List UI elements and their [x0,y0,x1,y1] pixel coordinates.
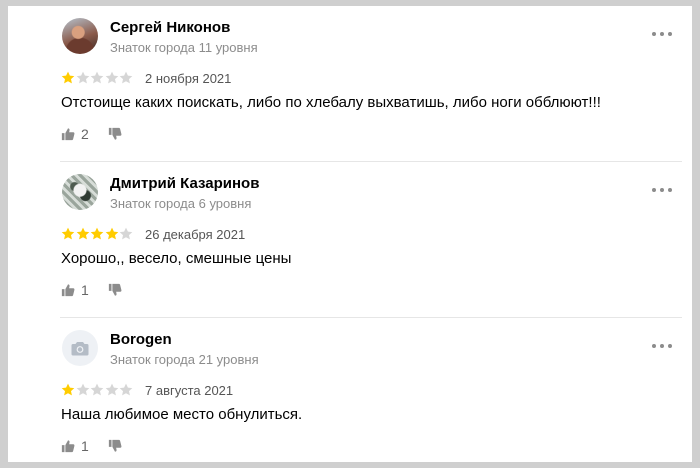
divider [60,317,682,318]
like-count: 1 [81,282,89,298]
like-count: 1 [81,438,89,454]
star-icon [105,383,119,396]
star-icon [90,383,104,396]
review-text: Наша любимое место обнулиться. [61,406,303,423]
star-icon [120,227,133,240]
avatar[interactable] [62,330,98,366]
like-button[interactable]: 1 [61,282,89,298]
author-level: Знаток города 11 уровня [110,40,258,55]
like-button[interactable]: 1 [61,438,89,454]
reviews-panel: Сергей Никонов Знаток города 11 уровня 2… [8,6,692,462]
star-icon [90,71,104,84]
thumbs-up-icon [61,440,75,453]
more-dots-icon[interactable] [652,186,672,194]
star-icon [90,227,104,240]
author-level: Знаток города 6 уровня [110,196,252,211]
like-count: 2 [81,126,89,142]
author-level: Знаток города 21 уровня [110,352,259,367]
star-icon [61,71,75,84]
review-text: Отстоище каких поискать, либо по хлебалу… [61,94,601,111]
dislike-button[interactable] [108,439,122,458]
thumbs-down-icon [108,439,122,452]
like-button[interactable]: 2 [61,126,89,142]
thumbs-up-icon [61,128,75,141]
review-text: Хорошо,, весело, смешные цены [61,250,292,267]
star-icon [61,383,75,396]
star-icon [120,383,133,396]
star-icon [61,227,75,240]
review-date: 7 августа 2021 [145,383,234,398]
author-name[interactable]: Дмитрий Казаринов [110,175,259,192]
star-icon [76,383,89,396]
author-name[interactable]: Borogen [110,331,172,348]
star-icon [76,227,89,240]
star-icon [105,71,119,84]
avatar[interactable] [62,174,98,210]
thumbs-down-icon [108,283,122,296]
camera-icon [71,341,89,355]
author-name[interactable]: Сергей Никонов [110,19,230,36]
divider [60,161,682,162]
rating-stars [61,71,134,85]
thumbs-down-icon [108,127,122,140]
dislike-button[interactable] [108,127,122,146]
star-icon [76,71,89,84]
thumbs-up-icon [61,284,75,297]
more-dots-icon[interactable] [652,342,672,350]
dislike-button[interactable] [108,283,122,302]
star-icon [120,71,133,84]
review-date: 2 ноября 2021 [145,71,232,86]
avatar[interactable] [62,18,98,54]
more-dots-icon[interactable] [652,30,672,38]
rating-stars [61,383,134,397]
star-icon [105,227,119,240]
review-date: 26 декабря 2021 [145,227,246,242]
rating-stars [61,227,134,241]
